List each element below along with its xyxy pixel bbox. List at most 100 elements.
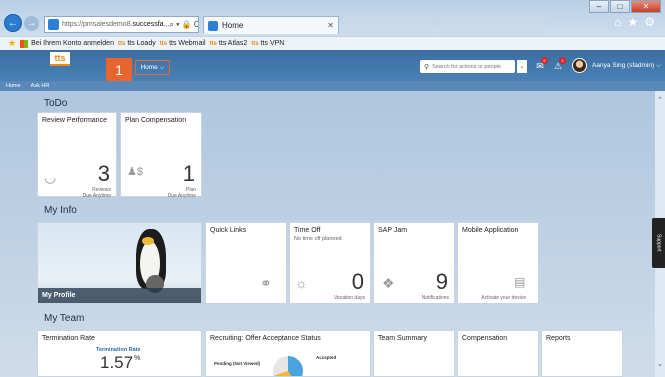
avatar[interactable] [572,58,587,73]
tile-reports[interactable]: Reports [541,330,623,377]
termination-rate-value: 1.57 [100,353,134,372]
penguin-image [142,237,154,245]
browser-chrome: – □ ✕ ← → https://pmsalesdemo8. successfa… [0,0,665,50]
tile-title: Team Summary [378,335,428,342]
link-icon: ⚭ [260,275,272,291]
tile-title: Time Off [294,227,321,234]
tile-caption: Vacation days [333,295,365,301]
tts-favicon-icon: tts [209,40,217,47]
notification-badge: 5 [541,57,548,64]
favorite-link[interactable]: tts Atlas2 [219,40,247,47]
favorites-bar: ★ Bei Ihrem Konto anmelden tts tts Loady … [0,36,665,50]
tile-time-off[interactable]: Time Off No time off planned ☼ 0 Vacatio… [289,222,371,304]
favorite-link[interactable]: tts Loady [127,40,155,47]
microsoft-logo-icon [20,39,29,48]
offer-status-donut-chart [273,356,303,376]
home-icon[interactable]: ⌂ [614,15,621,29]
close-tab-icon[interactable]: ✕ [327,21,334,30]
tile-title: Recruiting: Offer Acceptance Status [210,335,321,342]
percent-unit: % [134,355,141,362]
section-title-my-info: My Info [44,205,77,216]
tile-sap-jam[interactable]: SAP Jam ❖ 9 Notifications [373,222,455,304]
tile-title: Mobile Application [462,227,519,234]
tile-count: 9 [435,269,448,294]
ie-tab-icon [208,20,218,31]
tile-compensation[interactable]: Compensation [457,330,539,377]
close-window-button[interactable]: ✕ [631,0,661,13]
search-input[interactable]: ⚲ Search for actions or people [420,60,515,73]
url-host: successfa... [132,21,170,28]
address-bar[interactable]: https://pmsalesdemo8. successfa... ⌕ ▾ 🔒 … [44,16,199,33]
tile-my-profile[interactable]: My Profile [37,222,202,304]
tts-favicon-icon: tts [159,40,168,47]
alert-badge: 2 [559,57,566,64]
tile-title: Quick Links [210,227,247,234]
favorites-icon[interactable]: ★ [8,38,16,49]
tile-caption: Activate your device [481,295,526,301]
browser-tab-home[interactable]: Home ✕ [203,16,339,34]
background-tab[interactable] [437,16,547,34]
tile-caption: Notifications [421,295,449,301]
search-placeholder: Search for actions or people [432,63,501,70]
chat-bubbles-icon: ❖ [382,275,395,291]
settings-gear-icon[interactable]: ⚙ [644,15,655,29]
step-marker: 1 [106,58,132,82]
gauge-icon: ◡ [44,169,57,185]
tile-subtitle: No time off planned [294,236,342,242]
tile-termination-rate[interactable]: Termination Rate Termination Rate 1.57 % [37,330,202,377]
tts-favicon-icon: tts [251,40,259,47]
favorite-link[interactable]: Bei Ihrem Konto anmelden [31,40,114,47]
subnav-ask-hr-link[interactable]: Ask HR [31,83,50,89]
search-scope-dropdown[interactable]: ⌄ [517,60,527,73]
maximize-button[interactable]: □ [610,0,630,13]
scroll-up-arrow[interactable]: ⌃ [657,96,663,104]
legend-label: Pending (Not Viewed) [214,361,261,366]
tile-review-performance[interactable]: Review Performance ◡ 3 Reviews Due Anyti… [37,112,117,199]
forward-button[interactable]: → [24,16,39,31]
home-menu-dropdown[interactable]: Home ⌵ [135,60,170,75]
favorites-star-icon[interactable]: ★ [627,15,638,29]
tile-title: Plan Compensation [125,117,187,124]
favorite-link[interactable]: tts VPN [261,40,285,47]
tab-title: Home [222,21,244,30]
tile-title: Reports [546,335,571,342]
mobile-device-icon: ▤ [514,275,526,289]
profile-label: My Profile [38,288,201,303]
company-logo[interactable]: tts [50,52,70,66]
app-header [0,50,665,81]
tile-title: Termination Rate [42,335,95,342]
tile-plan-compensation[interactable]: Plan Compensation ♟$ 1 Plan Due Anytime [120,112,202,199]
tile-caption: Due Anytime [82,193,111,199]
tile-title: SAP Jam [378,227,408,234]
section-title-todo: ToDo [44,98,68,109]
subnav-home-link[interactable]: Home [6,83,21,89]
search-icon: ⚲ [424,63,430,71]
sun-icon: ☼ [295,275,308,291]
tile-team-summary[interactable]: Team Summary [373,330,455,377]
scroll-down-arrow[interactable]: ⌄ [657,360,663,368]
support-tab[interactable]: Support [652,218,665,268]
background-tab[interactable] [343,16,433,34]
legend-label: Accepted [316,355,337,360]
tile-caption: Due Anytime [167,193,196,199]
tile-recruiting-offer-acceptance[interactable]: Recruiting: Offer Acceptance Status Pend… [205,330,371,377]
tile-title: Review Performance [42,117,107,124]
breadcrumb: Home Ask HR [0,81,665,91]
minimize-button[interactable]: – [589,0,609,13]
address-tools[interactable]: ⌕ ▾ 🔒 C [169,20,198,30]
favorite-link[interactable]: tts Webmail [169,40,205,47]
window-controls: – □ ✕ [588,0,661,13]
tile-mobile-application[interactable]: Mobile Application ▤ Activate your devic… [457,222,539,304]
user-menu[interactable]: Aanya Sing (sfadmin) ⌵ [592,62,661,70]
person-dollar-icon: ♟$ [127,166,143,178]
back-button[interactable]: ← [4,14,22,32]
tile-title: Compensation [462,335,508,342]
url-prefix: https://pmsalesdemo8. [62,21,133,28]
tts-favicon-icon: tts [117,40,126,47]
section-title-my-team: My Team [44,313,85,324]
ie-page-icon [48,19,59,30]
tile-quick-links[interactable]: Quick Links ⚭ [205,222,287,304]
tile-count: 0 [351,269,364,294]
tile-count: 3 [97,161,110,186]
tile-count: 1 [182,161,195,186]
